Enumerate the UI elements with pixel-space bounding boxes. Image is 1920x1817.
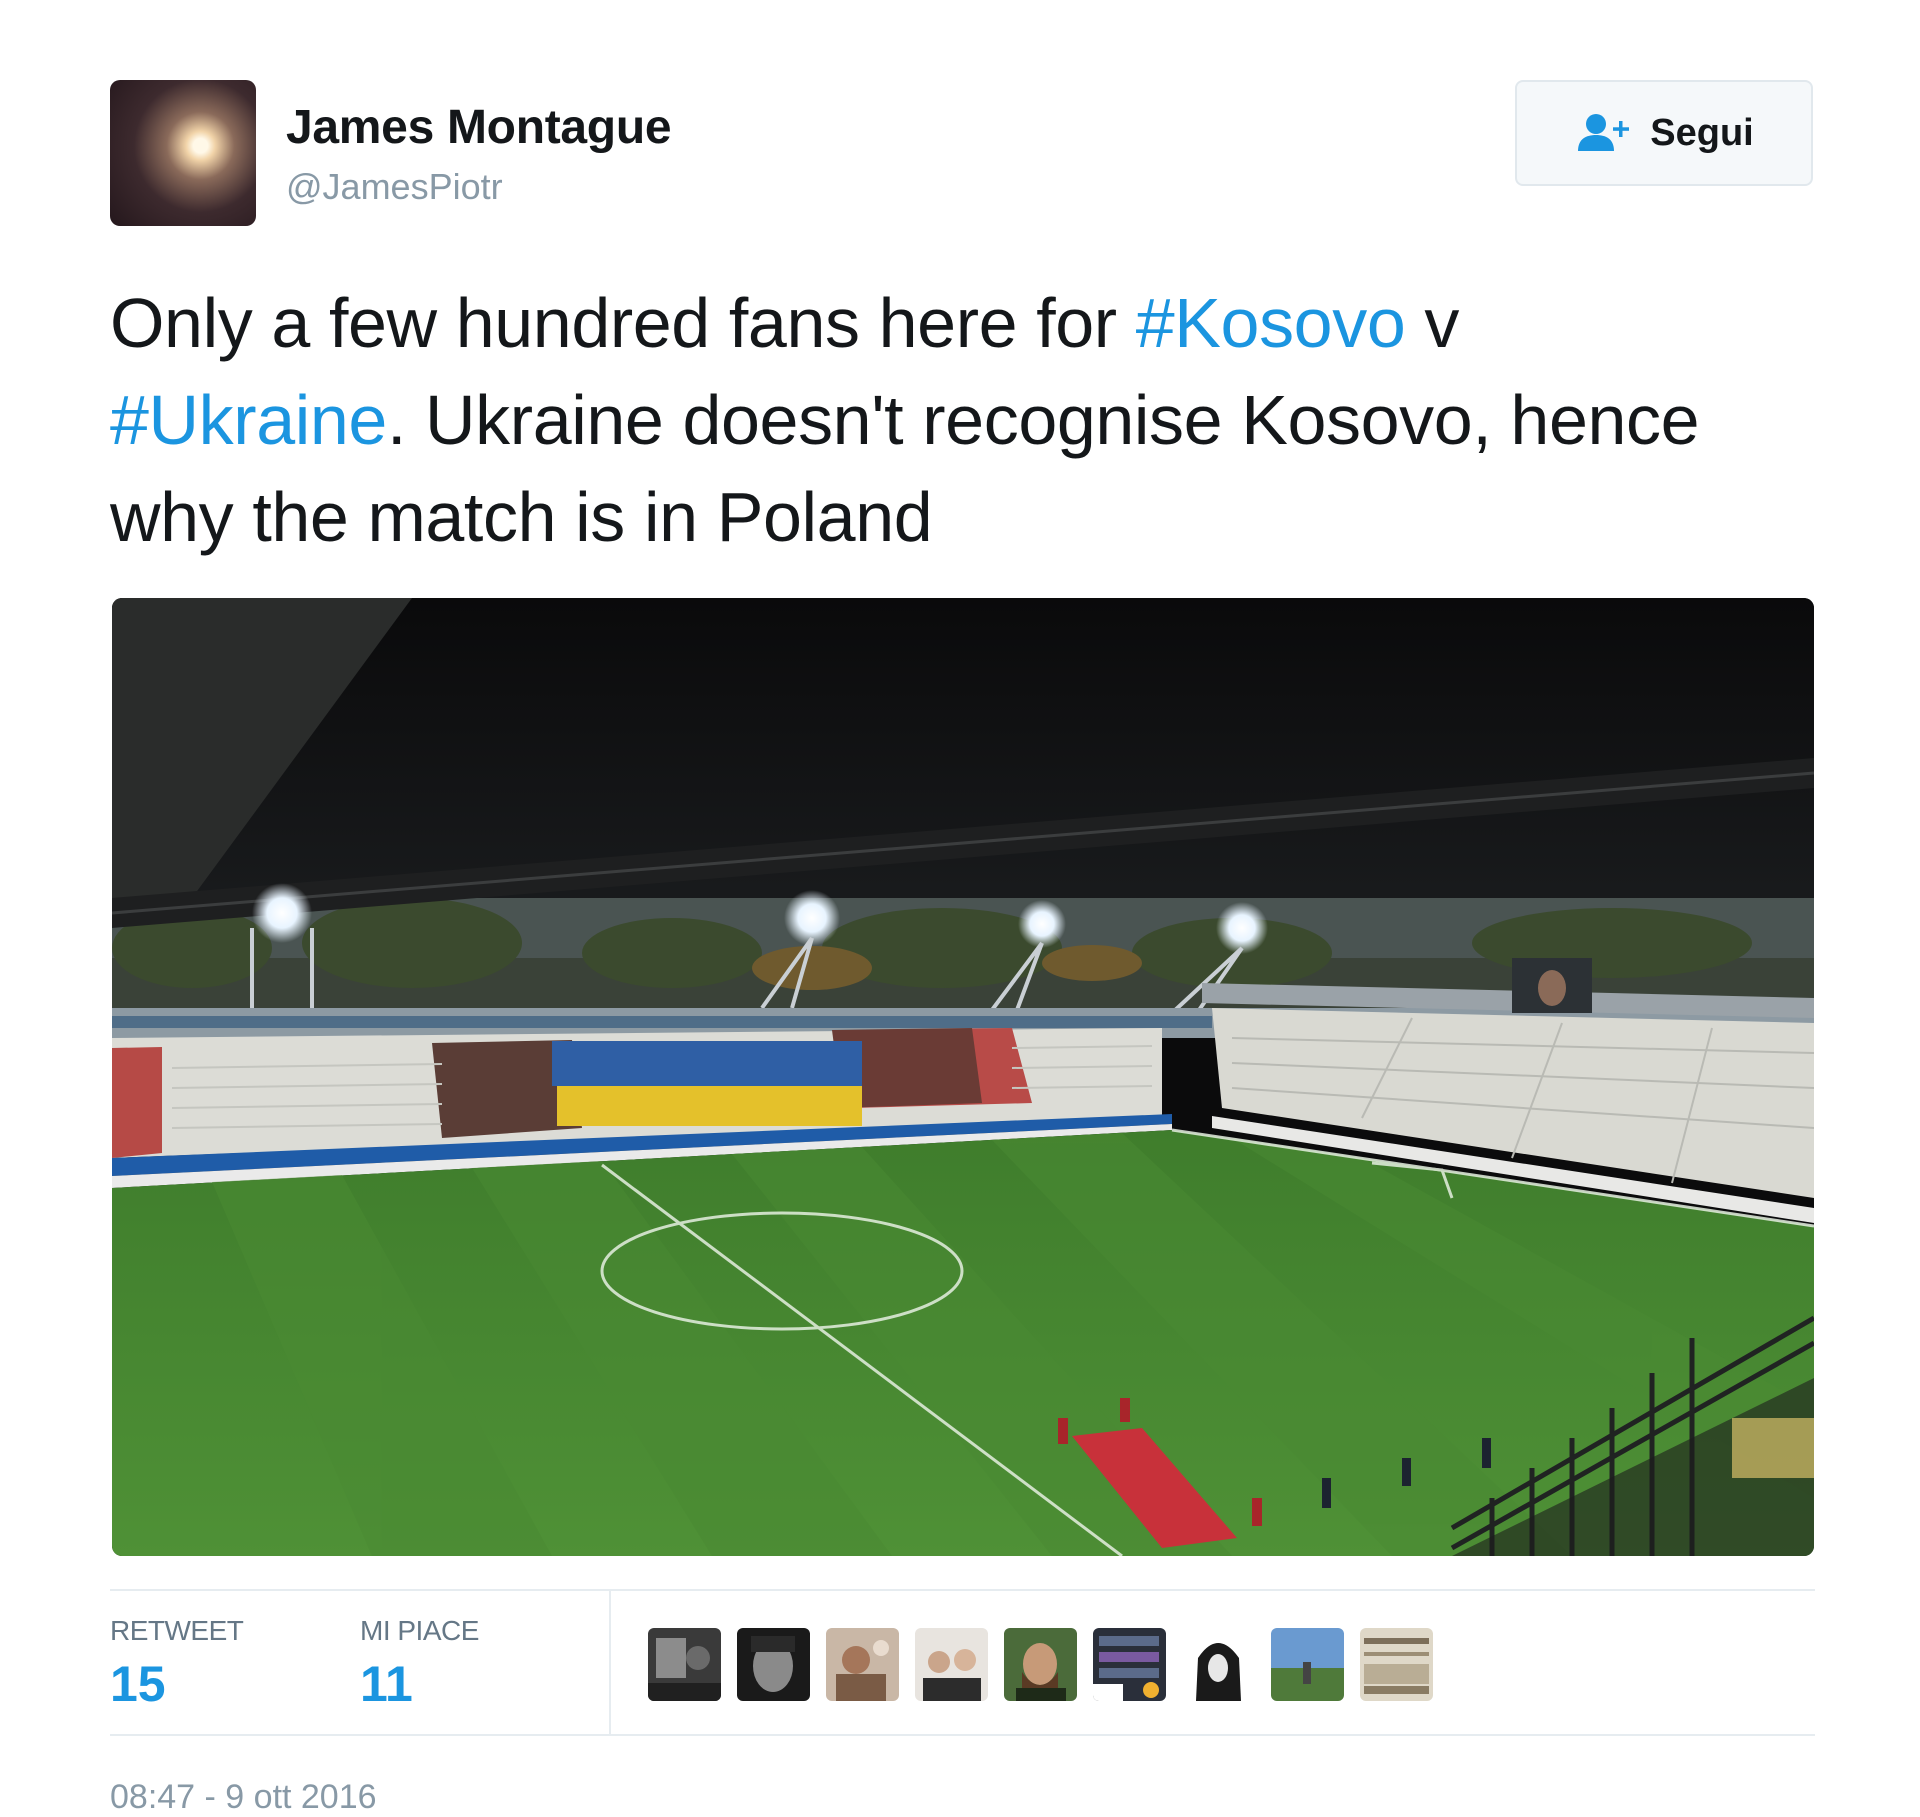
stats-top-divider bbox=[110, 1589, 1815, 1591]
stadium-illustration bbox=[112, 598, 1814, 1556]
liker-avatar[interactable] bbox=[1093, 1628, 1166, 1701]
add-user-icon bbox=[1578, 114, 1630, 151]
liker-avatars bbox=[648, 1628, 1433, 1701]
hashtag-link[interactable]: #Kosovo bbox=[1136, 284, 1406, 362]
follow-button-label: Segui bbox=[1650, 111, 1754, 154]
tweet-text: Only a few hundred fans here for #Kosovo… bbox=[110, 275, 1810, 566]
liker-avatar[interactable] bbox=[737, 1628, 810, 1701]
tweet-timestamp[interactable]: 08:47 - 9 ott 2016 bbox=[110, 1778, 377, 1817]
liker-avatar[interactable] bbox=[1360, 1628, 1433, 1701]
tweet-card: James Montague @JamesPiotr Segui Only a … bbox=[110, 0, 1815, 1817]
user-handle[interactable]: @JamesPiotr bbox=[286, 166, 503, 208]
tweet-text-segment: Only a few hundred fans here for bbox=[110, 284, 1136, 362]
follow-button[interactable]: Segui bbox=[1515, 80, 1813, 186]
user-name[interactable]: James Montague bbox=[286, 100, 672, 155]
likes-label[interactable]: MI PIACE bbox=[360, 1615, 479, 1647]
retweet-label[interactable]: RETWEET bbox=[110, 1615, 244, 1647]
liker-avatar[interactable] bbox=[915, 1628, 988, 1701]
liker-avatar[interactable] bbox=[1004, 1628, 1077, 1701]
stats-vertical-divider bbox=[609, 1590, 611, 1734]
liker-avatar[interactable] bbox=[1182, 1628, 1255, 1701]
tweet-text-segment: v bbox=[1405, 284, 1460, 362]
liker-avatar[interactable] bbox=[826, 1628, 899, 1701]
retweet-count[interactable]: 15 bbox=[110, 1655, 166, 1713]
liker-avatar[interactable] bbox=[648, 1628, 721, 1701]
liker-avatar[interactable] bbox=[1271, 1628, 1344, 1701]
likes-count[interactable]: 11 bbox=[360, 1655, 413, 1713]
avatar[interactable] bbox=[110, 80, 256, 226]
stats-bottom-divider bbox=[110, 1734, 1815, 1736]
stadium-photo[interactable] bbox=[112, 598, 1814, 1556]
hashtag-link[interactable]: #Ukraine bbox=[110, 381, 387, 459]
